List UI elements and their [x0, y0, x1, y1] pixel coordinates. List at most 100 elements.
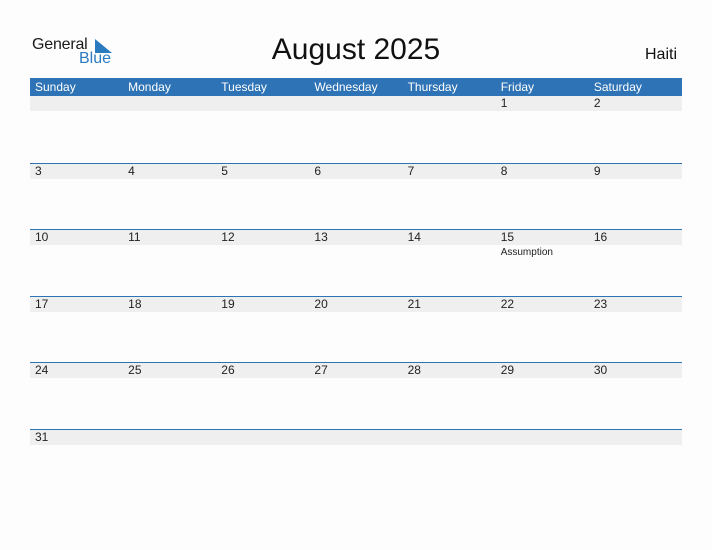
- holiday-event: [589, 179, 682, 181]
- holiday-event: [123, 445, 216, 447]
- day-number: [589, 430, 682, 445]
- day-number: 7: [407, 163, 415, 178]
- holiday-event: [123, 179, 216, 181]
- day-number: [216, 96, 309, 111]
- holiday-event: [496, 378, 589, 380]
- holiday-event: [309, 111, 402, 113]
- holiday-event: [403, 179, 496, 181]
- holiday-event: [309, 378, 402, 380]
- day-number: 25: [128, 363, 142, 378]
- date-strip: 3 4 5 6 7 8 9: [30, 163, 682, 179]
- holiday-event: [496, 312, 589, 314]
- holiday-event: [403, 378, 496, 380]
- day-number: 10: [35, 230, 49, 245]
- weekday-sunday: Sunday: [35, 80, 76, 94]
- holiday-event: [216, 378, 309, 380]
- day-number: [309, 96, 402, 111]
- week-row: 10 11 12 13 14 15 16 Assumption: [30, 229, 682, 296]
- date-strip: 24 25 26 27 28 29 30: [30, 363, 682, 379]
- weekday-monday: Monday: [128, 80, 171, 94]
- calendar-title: August 2025: [271, 33, 441, 66]
- day-number: 13: [314, 230, 328, 245]
- day-number: [216, 430, 309, 445]
- day-number: 14: [407, 230, 421, 245]
- day-number: 19: [221, 296, 235, 311]
- date-strip: 12: [30, 96, 682, 111]
- events-row: [30, 378, 682, 380]
- events-row: [30, 111, 682, 113]
- events-row: [30, 179, 682, 181]
- holiday-event: [309, 179, 402, 181]
- holiday-event: [589, 378, 682, 380]
- week-row: 24 25 26 27 28 29 30: [30, 362, 682, 429]
- day-number: 11: [128, 230, 141, 245]
- holiday-event: [589, 445, 682, 447]
- weekday-tuesday: Tuesday: [221, 80, 267, 94]
- day-number: 15: [500, 230, 515, 245]
- day-number: [309, 430, 402, 445]
- holiday-event: [216, 312, 309, 314]
- day-number: [123, 96, 216, 111]
- holiday-event: [589, 111, 682, 113]
- holiday-event: [403, 245, 496, 258]
- date-strip: 17 18 19 20 21 22 23: [30, 296, 682, 312]
- weekday-friday: Friday: [500, 80, 535, 94]
- holiday-event: [403, 111, 496, 113]
- holiday-event: Assumption: [500, 247, 553, 259]
- holiday-event: [123, 378, 216, 380]
- week-row: 3 4 5 6 7 8 9: [30, 162, 682, 230]
- day-number: 3: [35, 163, 42, 178]
- holiday-event: [589, 245, 682, 258]
- holiday-event: [496, 179, 589, 181]
- day-number: 23: [593, 296, 608, 311]
- holiday-event: [309, 312, 402, 314]
- events-row: [30, 445, 682, 447]
- day-number: 9: [593, 163, 601, 178]
- week-row: 31: [30, 428, 682, 496]
- day-number: [496, 430, 589, 445]
- day-number: 5: [221, 163, 228, 178]
- weekday-wednesday: Wednesday: [314, 80, 378, 94]
- week-row: 12: [30, 96, 682, 163]
- day-number: 20: [314, 296, 328, 311]
- holiday-event: [30, 445, 123, 447]
- day-number: 17: [35, 296, 49, 311]
- day-number: [403, 430, 496, 445]
- day-number: 29: [500, 363, 515, 378]
- holiday-event: [309, 245, 402, 258]
- holiday-event: [216, 111, 309, 113]
- events-row: Assumption: [30, 245, 682, 258]
- holiday-event: [123, 312, 216, 314]
- weekday-thursday: Thursday: [407, 80, 458, 94]
- holiday-event: [30, 245, 123, 258]
- holiday-event: [30, 312, 123, 314]
- holiday-event: [123, 245, 216, 258]
- holiday-event: [403, 312, 496, 314]
- day-number: 28: [407, 363, 421, 378]
- day-number: 18: [128, 296, 142, 311]
- day-number: 30: [593, 363, 608, 378]
- holiday-event: [496, 445, 589, 447]
- country-label: Haiti: [644, 46, 677, 63]
- events-row: [30, 312, 682, 314]
- day-number: 31: [35, 429, 49, 444]
- holiday-event: [123, 111, 216, 113]
- day-number: 1: [500, 96, 508, 110]
- holiday-event: [30, 378, 123, 380]
- day-number: 26: [221, 363, 235, 378]
- calendar-grid: Sunday Monday Tuesday Wednesday Thursday Frid…: [30, 78, 682, 496]
- day-number: 21: [407, 296, 421, 311]
- day-number: 2: [593, 96, 601, 110]
- day-number: 27: [314, 363, 328, 378]
- day-number: 8: [500, 163, 508, 178]
- holiday-event: [30, 179, 123, 181]
- day-number: 12: [221, 230, 235, 245]
- day-number: [123, 430, 216, 445]
- day-number: 24: [35, 363, 49, 378]
- holiday-event: [496, 111, 589, 113]
- holiday-event: [216, 179, 309, 181]
- weekday-saturday: Saturday: [593, 80, 642, 94]
- date-strip: 31: [30, 429, 682, 445]
- holiday-event: [216, 245, 309, 258]
- holiday-event: [309, 445, 402, 447]
